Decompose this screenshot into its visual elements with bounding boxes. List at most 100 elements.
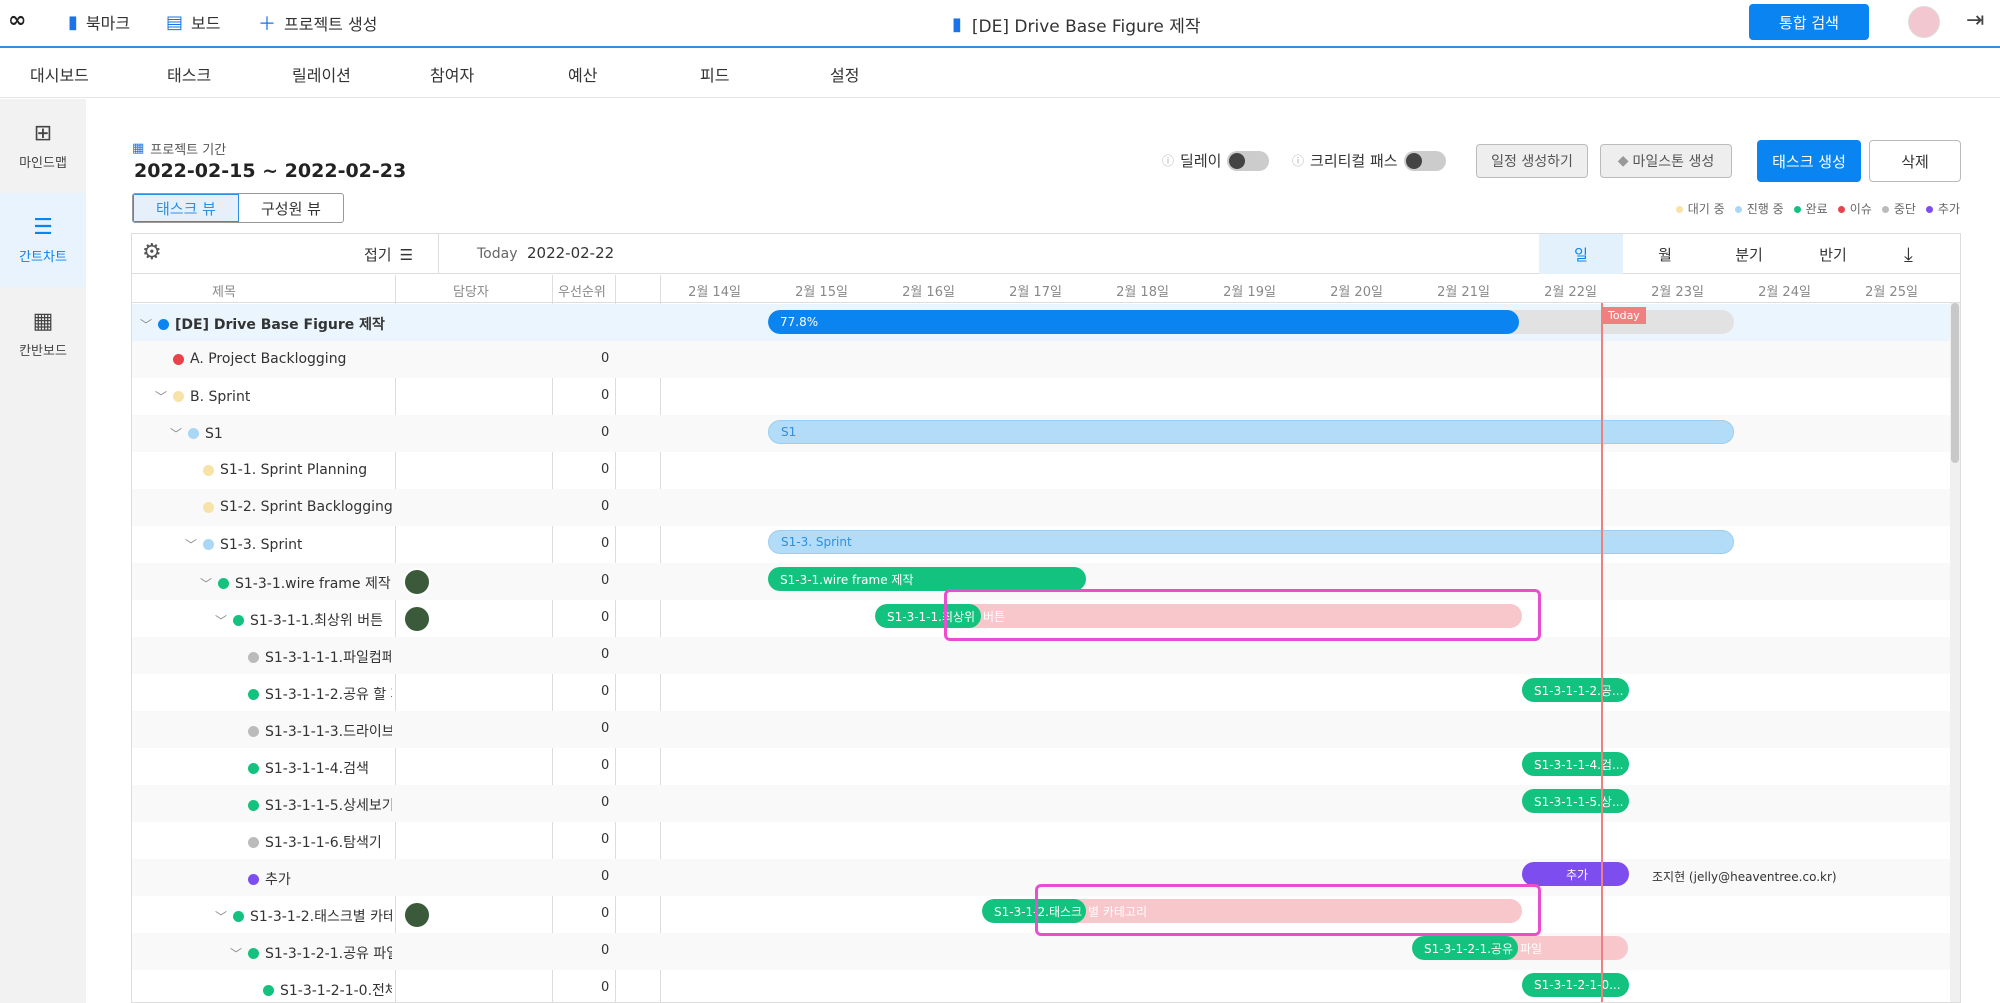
row-label: S1-3-1-1-4.검색 xyxy=(265,761,369,777)
table-row[interactable]: S1-3-1-1-6.탐색기 0 xyxy=(132,822,1960,859)
legend-stopped: 중단 xyxy=(1881,200,1916,217)
project-period-label: ▦ 프로젝트 기간 xyxy=(132,141,227,158)
sidebar-item-mindmap[interactable]: ⊞ 마인드맵 xyxy=(0,99,86,193)
nav-budget[interactable]: 예산 xyxy=(568,62,597,86)
app-logo[interactable]: ∞ xyxy=(8,8,40,36)
nav-dashboard[interactable]: 대시보드 xyxy=(30,62,89,86)
delete-button[interactable]: 삭제 xyxy=(1869,140,1961,182)
status-dot xyxy=(173,391,185,402)
legend-issue: 이슈 xyxy=(1837,200,1872,217)
s1-3-bar[interactable]: S1-3. Sprint xyxy=(768,530,1734,554)
chevron-down-icon[interactable]: ﹀ xyxy=(215,908,227,925)
row-title: S1-2. Sprint Backlogging xyxy=(203,499,392,515)
status-dot xyxy=(248,725,259,737)
detail-bar[interactable]: S1-3-1-1-5.상... xyxy=(1522,789,1629,813)
wire-frame-bar[interactable]: S1-3-1.wire frame 제작 xyxy=(768,567,1086,591)
share-file-bar-done: S1-3-1-2-1.공유 xyxy=(1412,936,1518,960)
row-title: 추가 xyxy=(248,869,291,889)
gantt-chart: ⚙ 접기 ☰ Today 2022-02-22 일 월 분기 반기 ⤓ 제목 담당… xyxy=(131,233,1961,1003)
chevron-down-icon[interactable]: ﹀ xyxy=(200,575,212,592)
search-bar[interactable]: S1-3-1-1-4.검... xyxy=(1522,752,1629,776)
assignee-avatar[interactable] xyxy=(403,605,431,633)
sidebar-item-kanban[interactable]: ▦ 칸반보드 xyxy=(0,287,86,381)
scale-quarter[interactable]: 분기 xyxy=(1707,234,1791,274)
chevron-down-icon[interactable]: ﹀ xyxy=(140,316,152,333)
table-row[interactable]: S1-1. Sprint Planning 0 xyxy=(132,452,1960,489)
status-dot xyxy=(188,428,200,439)
search-button[interactable]: 통합 검색 xyxy=(1749,4,1869,40)
row-title: S1-3-1-2-1-0.전체 xyxy=(263,980,392,1000)
member-view-button[interactable]: 구성원 뷰 xyxy=(239,194,343,222)
scale-half[interactable]: 반기 xyxy=(1791,234,1875,274)
create-task-button[interactable]: 태스크 생성 xyxy=(1757,140,1861,182)
table-row[interactable]: ﹀ B. Sprint 0 xyxy=(132,378,1960,415)
chevron-down-icon[interactable]: ﹀ xyxy=(155,388,167,405)
sidebar-item-gantt[interactable]: ☰ 간트차트 xyxy=(0,193,86,287)
nav-task[interactable]: 태스크 xyxy=(167,62,211,86)
gantt-toolbar: ⚙ 접기 ☰ Today 2022-02-22 일 월 분기 반기 ⤓ xyxy=(132,234,1960,274)
today-value: 2022-02-22 xyxy=(527,244,615,262)
gear-icon[interactable]: ⚙ xyxy=(142,240,162,265)
scale-month[interactable]: 월 xyxy=(1623,234,1707,274)
chevron-down-icon[interactable]: ﹀ xyxy=(185,536,197,553)
critical-path-toggle[interactable]: ⓘ 크리티컬 패스 xyxy=(1292,150,1446,171)
table-row[interactable]: S1-3-1-2-1-0.전체 0 xyxy=(132,970,1960,1002)
table-row[interactable]: S1-3-1-1-5.상세보기 0 xyxy=(132,785,1960,822)
all-bar[interactable]: S1-3-1-2-1-0... xyxy=(1522,973,1629,997)
row-title: S1-3-1-1-6.탐색기 xyxy=(248,832,382,852)
row-priority: 0 xyxy=(601,795,610,810)
row-priority: 0 xyxy=(601,906,610,921)
row-title: ﹀ S1-3-1-1.최상위 버튼 xyxy=(215,610,383,630)
user-avatar[interactable] xyxy=(1908,6,1940,38)
delay-switch[interactable] xyxy=(1227,150,1270,171)
scale-day[interactable]: 일 xyxy=(1539,234,1623,274)
row-title: S1-3-1-1-2.공유 할 파 xyxy=(248,684,392,704)
table-row[interactable]: S1-3-1-1-1.파일컴페 0 xyxy=(132,637,1960,674)
task-view-button[interactable]: 태스크 뷰 xyxy=(133,194,239,222)
table-row[interactable]: ﹀ S1-3-1-2-1.공유 파일 0 xyxy=(132,933,1960,970)
add-bar[interactable]: 추가 xyxy=(1522,862,1629,886)
row-priority: 0 xyxy=(601,388,610,403)
s1-bar[interactable]: S1 xyxy=(768,420,1734,444)
board-icon: ▤ xyxy=(166,11,184,33)
logout-icon[interactable]: ⇥ xyxy=(1966,8,1984,33)
row-title: ﹀ S1 xyxy=(170,425,223,442)
create-schedule-button[interactable]: 일정 생성하기 xyxy=(1476,144,1588,178)
row-priority: 0 xyxy=(601,980,610,995)
table-row[interactable]: S1-3-1-1-2.공유 할 파 0 xyxy=(132,674,1960,711)
share-bar[interactable]: S1-3-1-1-2.공... xyxy=(1522,678,1629,702)
delay-toggle[interactable]: ⓘ 딜레이 xyxy=(1162,150,1270,171)
fold-button[interactable]: 접기 ☰ xyxy=(364,244,413,265)
assignee-avatar[interactable] xyxy=(403,901,431,929)
nav-relation[interactable]: 릴레이션 xyxy=(292,62,351,86)
critical-switch[interactable] xyxy=(1403,150,1446,171)
table-row[interactable]: S1-2. Sprint Backlogging 0 xyxy=(132,489,1960,526)
download-icon[interactable]: ⤓ xyxy=(1904,242,1913,266)
status-dot xyxy=(233,910,245,922)
table-row[interactable]: S1-3-1-1-3.드라이브 0 xyxy=(132,711,1960,748)
project-dates: 2022-02-15 ~ 2022-02-23 xyxy=(134,160,407,182)
create-milestone-button[interactable]: ◆ 마일스톤 생성 xyxy=(1600,144,1732,178)
create-project-link[interactable]: ＋ 프로젝트 생성 xyxy=(258,10,377,36)
nav-participants[interactable]: 참여자 xyxy=(430,62,474,86)
chevron-down-icon[interactable]: ﹀ xyxy=(170,425,182,442)
share-file-bar[interactable]: S1-3-1-2-1.공유 파일 xyxy=(1412,936,1628,960)
nav-settings[interactable]: 설정 xyxy=(830,62,859,86)
row-label: S1-3-1-1-3.드라이브 xyxy=(265,724,392,740)
main-nav: 대시보드 태스크 릴레이션 참여자 예산 피드 설정 xyxy=(0,50,2000,98)
nav-feed[interactable]: 피드 xyxy=(700,62,729,86)
table-row[interactable]: A. Project Backlogging 0 xyxy=(132,341,1960,378)
row-priority: 0 xyxy=(601,943,610,958)
assignee-avatar[interactable] xyxy=(403,568,431,596)
root-bar-track[interactable]: 77.8% xyxy=(768,310,1734,334)
row-label: S1-3-1.wire frame 제작 xyxy=(235,576,391,592)
chevron-down-icon[interactable]: ﹀ xyxy=(230,945,242,962)
vertical-scrollbar[interactable] xyxy=(1950,303,1960,1002)
board-link[interactable]: ▤ 보드 xyxy=(166,10,220,34)
bookmark-link[interactable]: ▮ 북마크 xyxy=(68,10,130,34)
row-priority: 0 xyxy=(601,499,610,514)
row-label: S1-3-1-1-5.상세보기 xyxy=(265,798,392,814)
scrollbar-thumb[interactable] xyxy=(1951,303,1959,463)
chevron-down-icon[interactable]: ﹀ xyxy=(215,612,227,629)
table-row[interactable]: S1-3-1-1-4.검색 0 xyxy=(132,748,1960,785)
